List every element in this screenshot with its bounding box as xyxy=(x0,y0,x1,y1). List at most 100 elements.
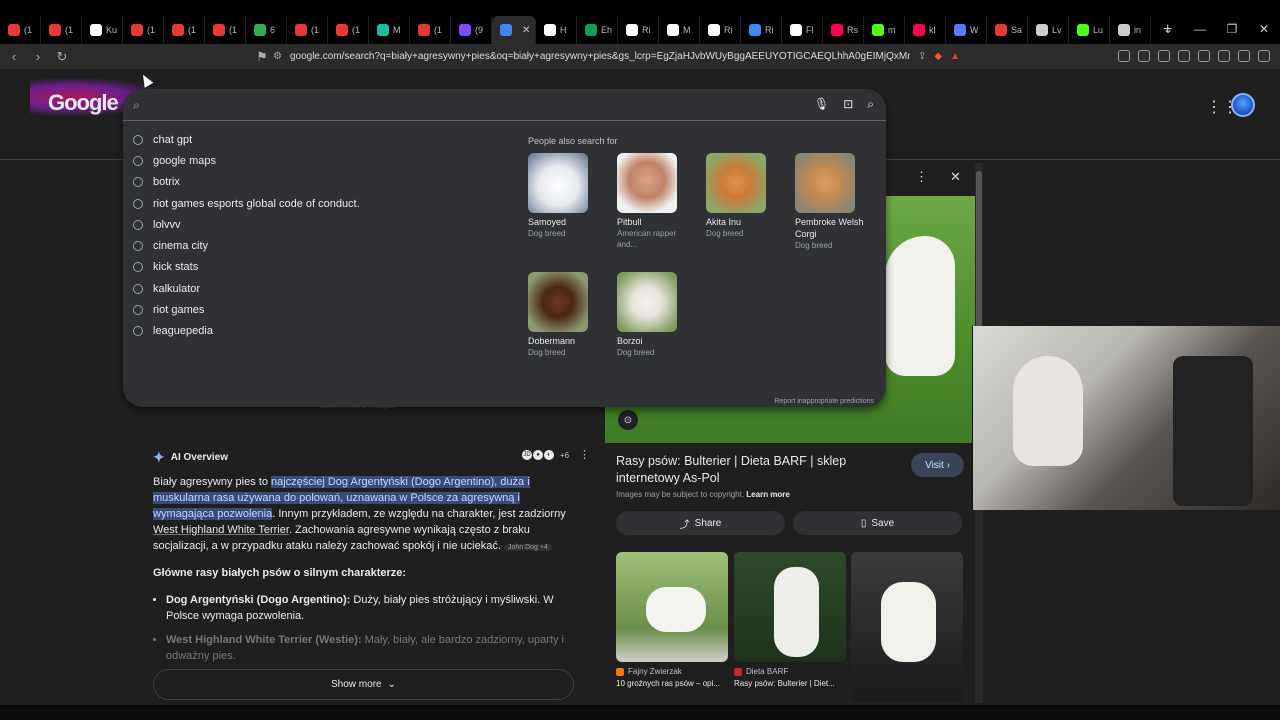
learn-more-link[interactable]: Learn more xyxy=(746,490,790,499)
browser-tab[interactable]: (1 xyxy=(287,16,328,44)
music-icon[interactable] xyxy=(1158,50,1170,62)
browser-tab[interactable]: (1 xyxy=(410,16,451,44)
suggestion-item[interactable]: cinema city xyxy=(133,235,360,256)
browser-tab[interactable]: Ku xyxy=(82,16,123,44)
browser-tab[interactable]: in xyxy=(1110,16,1151,44)
browser-tab[interactable]: (1 xyxy=(41,16,82,44)
google-logo[interactable]: Google xyxy=(48,90,119,116)
avatar[interactable] xyxy=(1231,93,1255,117)
chevron-down-icon[interactable]: ⌄ xyxy=(1152,16,1184,42)
browser-tab[interactable]: (9 xyxy=(451,16,492,44)
suggestion-item[interactable]: lolvvv xyxy=(133,214,360,235)
site-info-icon[interactable]: ⚙ xyxy=(273,51,282,62)
browser-tab[interactable]: W xyxy=(946,16,987,44)
browser-tab[interactable]: (1 xyxy=(328,16,369,44)
preview-title[interactable]: Rasy psów: Bulterier | Dieta BARF | skle… xyxy=(616,453,906,487)
source-favicon-icon: ◐ xyxy=(543,449,555,461)
browser-tab[interactable]: kl xyxy=(905,16,946,44)
related-image-card[interactable]: Fajny Zwierzak 10 groźnych ras psów – op… xyxy=(616,552,728,688)
brave-shield-icon[interactable]: ◆ xyxy=(934,51,942,62)
browser-tab[interactable]: Fl xyxy=(782,16,823,44)
entity-card[interactable]: Akita Inu Dog breed xyxy=(706,153,786,239)
ai-sources[interactable]: JD ● ◐ +6 xyxy=(521,449,569,461)
browser-tab[interactable]: Ri xyxy=(700,16,741,44)
vpn-icon[interactable] xyxy=(1238,50,1250,62)
related-image-card[interactable]: Dieta BARF Rasy psów: Bulterier | Diet..… xyxy=(734,552,846,688)
extensions-icon[interactable] xyxy=(1118,50,1130,62)
akita-image xyxy=(706,153,766,213)
entity-card[interactable]: Dobermann Dog breed xyxy=(528,272,608,358)
browser-tab[interactable]: Lu xyxy=(1069,16,1110,44)
tab-favicon-icon xyxy=(954,24,966,36)
leo-icon[interactable] xyxy=(1218,50,1230,62)
suggestion-item[interactable]: botrix xyxy=(133,172,360,193)
related-image-card[interactable] xyxy=(851,552,963,702)
suggestion-item[interactable]: riot games esports global code of conduc… xyxy=(133,193,360,214)
url-field[interactable]: ⚙ google.com/search?q=biały+agresywny+pi… xyxy=(265,47,985,66)
browser-tab[interactable]: Ri xyxy=(741,16,782,44)
browser-tab[interactable]: Ri xyxy=(618,16,659,44)
forward-icon[interactable]: › xyxy=(28,49,48,64)
sidebar-icon[interactable] xyxy=(1178,50,1190,62)
more-options-icon[interactable]: ⋮ xyxy=(579,448,590,461)
maximize-icon[interactable]: ❐ xyxy=(1216,16,1248,42)
entity-card[interactable]: Borzoi Dog breed xyxy=(617,272,697,358)
search-icon[interactable]: ⌕ xyxy=(867,97,874,112)
search-input[interactable] xyxy=(153,95,803,115)
browser-tab[interactable]: (1 xyxy=(123,16,164,44)
browser-tab[interactable]: (1 xyxy=(164,16,205,44)
show-more-button[interactable]: Show more ⌄ xyxy=(153,669,574,700)
lens-icon[interactable]: ⊙ xyxy=(618,410,638,430)
related-image[interactable] xyxy=(616,552,728,662)
tab-favicon-icon xyxy=(585,24,597,36)
suggestion-item[interactable]: chat gpt xyxy=(133,129,360,150)
entity-card[interactable]: Pitbull American rapper and... xyxy=(617,153,697,250)
browser-tab[interactable]: (1 xyxy=(205,16,246,44)
menu-icon[interactable] xyxy=(1258,50,1270,62)
source-chip[interactable]: John Dog +4 xyxy=(503,544,552,551)
browser-tab[interactable]: ✕ xyxy=(492,16,536,44)
visit-button[interactable]: Visit › xyxy=(911,453,964,477)
westie-link[interactable]: West Highland White Terrier xyxy=(153,524,289,536)
close-tab-icon[interactable]: ✕ xyxy=(522,25,530,36)
lens-icon[interactable]: ⊡ xyxy=(843,97,853,112)
suggestion-item[interactable]: kick stats xyxy=(133,257,360,278)
related-caption[interactable]: 10 groźnych ras psów – opi... xyxy=(616,679,728,688)
suggestion-item[interactable]: kalkulator xyxy=(133,278,360,299)
suggestion-item[interactable]: google maps xyxy=(133,150,360,171)
back-icon[interactable]: ‹ xyxy=(4,49,24,64)
browser-tab[interactable]: Rs xyxy=(823,16,864,44)
browser-tab[interactable]: M xyxy=(659,16,700,44)
browser-tab[interactable]: M xyxy=(369,16,410,44)
share-button[interactable]: ⤴ Share xyxy=(616,511,785,535)
more-options-icon[interactable]: ⋮ xyxy=(915,169,928,185)
report-predictions-link[interactable]: Report inappropriate predictions xyxy=(774,398,874,405)
browser-tab[interactable]: Sa xyxy=(987,16,1028,44)
entity-card[interactable]: Pembroke Welsh Corgi Dog breed xyxy=(795,153,875,251)
wallet-icon[interactable] xyxy=(1198,50,1210,62)
close-window-icon[interactable]: ✕ xyxy=(1248,16,1280,42)
related-caption[interactable]: Rasy psów: Bulterier | Diet... xyxy=(734,679,846,688)
minimize-icon[interactable]: — xyxy=(1184,16,1216,42)
browser-tab[interactable]: (1 xyxy=(0,16,41,44)
browser-tab[interactable]: 6 xyxy=(246,16,287,44)
browser-tab[interactable]: H xyxy=(536,16,577,44)
related-image[interactable] xyxy=(734,552,846,662)
sources-count: +6 xyxy=(560,450,570,460)
tab-favicon-icon xyxy=(90,24,102,36)
microphone-icon[interactable]: 🎙 xyxy=(814,97,829,112)
suggestion-item[interactable]: leaguepedia xyxy=(133,321,360,342)
browser-tab[interactable]: m xyxy=(864,16,905,44)
browser-tab[interactable]: Lv xyxy=(1028,16,1069,44)
save-button[interactable]: ▯ Save xyxy=(793,511,962,535)
share-page-icon[interactable]: ⇪ xyxy=(918,51,926,62)
suggestion-item[interactable]: riot games xyxy=(133,299,360,320)
close-icon[interactable]: ✕ xyxy=(950,169,961,185)
reload-icon[interactable]: ↻ xyxy=(52,49,72,65)
entity-card[interactable]: Samoyed Dog breed xyxy=(528,153,608,239)
brave-rewards-icon[interactable]: ▲ xyxy=(950,51,960,62)
related-image[interactable] xyxy=(851,552,963,702)
browser-tab[interactable]: Eh xyxy=(577,16,618,44)
suggestion-label: kalkulator xyxy=(153,282,201,295)
screenshot-icon[interactable] xyxy=(1138,50,1150,62)
